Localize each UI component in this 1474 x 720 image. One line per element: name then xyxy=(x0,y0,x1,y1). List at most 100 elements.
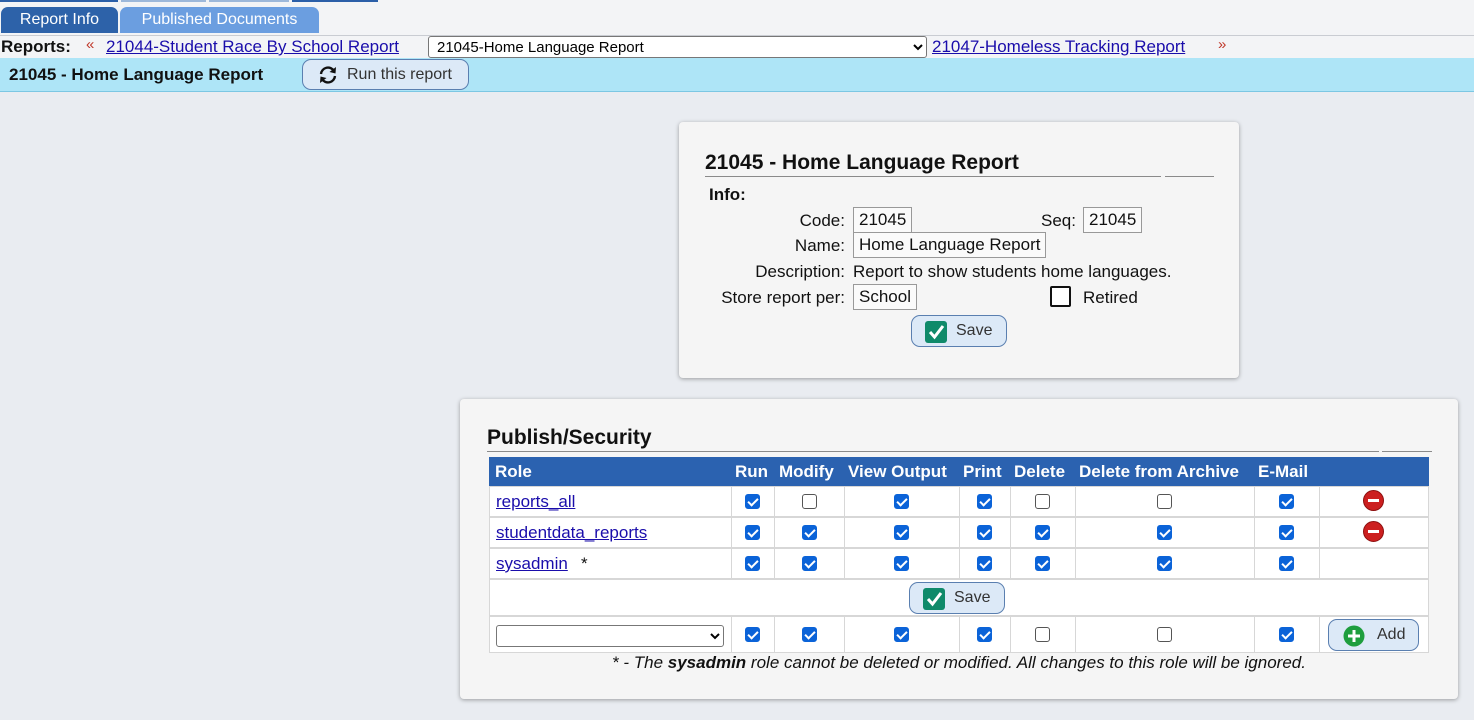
new-permission-checkbox[interactable] xyxy=(894,627,909,642)
permission-checkbox[interactable] xyxy=(894,556,909,571)
sysadmin-footnote: * - The sysadmin role cannot be deleted … xyxy=(489,653,1429,673)
column-header-print: Print xyxy=(963,462,1002,481)
refresh-icon xyxy=(317,65,339,95)
permission-checkbox[interactable] xyxy=(977,525,992,540)
permission-checkbox[interactable] xyxy=(802,556,817,571)
permission-checkbox[interactable] xyxy=(802,494,817,509)
retired-label: Retired xyxy=(1083,288,1138,307)
seq-field: 21045 xyxy=(1083,207,1143,233)
table-row: sysadmin * xyxy=(489,548,1429,579)
permission-checkbox[interactable] xyxy=(1279,494,1294,509)
next-arrow-icon[interactable]: » xyxy=(1218,36,1226,53)
tab-indicator xyxy=(292,0,378,2)
column-header-delete-from-archive: Delete from Archive xyxy=(1079,462,1239,481)
permission-checkbox[interactable] xyxy=(802,525,817,540)
description-value: Report to show students home languages. xyxy=(853,262,1172,281)
report-select[interactable]: 21045-Home Language Report xyxy=(428,36,927,58)
save-row: Save xyxy=(489,579,1429,616)
new-permission-checkbox[interactable] xyxy=(1035,627,1050,642)
column-header-role: Role xyxy=(495,462,532,481)
run-report-label: Run this report xyxy=(347,66,452,83)
top-tab-strip: Report Info Published Documents xyxy=(0,0,1474,36)
new-role-select[interactable] xyxy=(496,625,724,647)
permission-checkbox[interactable] xyxy=(1157,494,1172,509)
security-panel-title: Publish/Security xyxy=(487,426,652,449)
new-permission-checkbox[interactable] xyxy=(1157,627,1172,642)
tab-indicator xyxy=(0,0,118,2)
code-label: Code: xyxy=(799,211,845,230)
tab-indicator xyxy=(121,0,206,2)
save-permissions-button[interactable]: Save xyxy=(909,582,1005,614)
delete-role-icon[interactable] xyxy=(1363,490,1384,511)
check-icon xyxy=(925,321,947,348)
table-header: Role Run Modify View Output Print Delete… xyxy=(489,457,1429,486)
code-field: 21045 xyxy=(853,207,913,233)
prev-report-link[interactable]: 21044-Student Race By School Report xyxy=(106,37,399,57)
permission-checkbox[interactable] xyxy=(1035,556,1050,571)
role-link[interactable]: studentdata_reports xyxy=(496,523,647,543)
permission-checkbox[interactable] xyxy=(977,556,992,571)
reports-navigation: Reports: « 21044-Student Race By School … xyxy=(0,36,1474,58)
footnote-suffix: role cannot be deleted or modified. All … xyxy=(746,653,1306,672)
permission-checkbox[interactable] xyxy=(1035,494,1050,509)
seq-label: Seq: xyxy=(1041,211,1076,230)
protected-role-marker: * xyxy=(581,554,588,573)
plus-circle-icon xyxy=(1343,625,1365,652)
divider xyxy=(1165,176,1214,177)
add-role-button[interactable]: Add xyxy=(1328,619,1419,651)
check-icon xyxy=(923,588,945,615)
info-panel-title: 21045 - Home Language Report xyxy=(705,151,1019,174)
column-header-email: E-Mail xyxy=(1258,462,1309,481)
prev-arrow-icon[interactable]: « xyxy=(86,36,94,53)
new-permission-checkbox[interactable] xyxy=(802,627,817,642)
footnote-prefix: * - The xyxy=(612,653,668,672)
permission-checkbox[interactable] xyxy=(745,525,760,540)
name-label: Name: xyxy=(794,236,845,255)
divider xyxy=(1382,451,1432,452)
page-title: 21045 - Home Language Report xyxy=(9,65,264,84)
column-header-delete: Delete xyxy=(1014,462,1066,481)
permission-checkbox[interactable] xyxy=(1035,525,1050,540)
new-permission-checkbox[interactable] xyxy=(977,627,992,642)
column-header-modify: Modify xyxy=(779,462,834,481)
role-link[interactable]: sysadmin xyxy=(496,554,568,574)
delete-role-icon[interactable] xyxy=(1363,521,1384,542)
publish-security-panel: Publish/Security Role Run Modify View Ou… xyxy=(460,399,1458,699)
reports-label: Reports: xyxy=(1,37,71,56)
save-info-button[interactable]: Save xyxy=(911,315,1007,347)
permission-checkbox[interactable] xyxy=(894,525,909,540)
tab-report-info[interactable]: Report Info xyxy=(1,7,118,33)
report-info-panel: 21045 - Home Language Report Info: Code:… xyxy=(679,122,1239,378)
tab-indicator xyxy=(209,0,289,2)
permission-checkbox[interactable] xyxy=(1279,556,1294,571)
permission-checkbox[interactable] xyxy=(894,494,909,509)
add-role-label: Add xyxy=(1377,626,1406,643)
new-permission-checkbox[interactable] xyxy=(1279,627,1294,642)
new-permission-checkbox[interactable] xyxy=(745,627,760,642)
footnote-role: sysadmin xyxy=(667,653,747,672)
store-label: Store report per: xyxy=(721,288,845,307)
column-header-view-output: View Output xyxy=(848,462,947,481)
permission-checkbox[interactable] xyxy=(1279,525,1294,540)
permission-checkbox[interactable] xyxy=(1157,556,1172,571)
divider xyxy=(705,176,1161,177)
retired-checkbox[interactable] xyxy=(1050,286,1071,307)
add-role-row: Add xyxy=(489,616,1429,653)
permission-checkbox[interactable] xyxy=(977,494,992,509)
role-link[interactable]: reports_all xyxy=(496,492,575,512)
name-field: Home Language Report xyxy=(853,232,1047,258)
report-title-bar: 21045 - Home Language Report Run this re… xyxy=(0,58,1474,92)
save-permissions-label: Save xyxy=(954,589,991,606)
column-header-run: Run xyxy=(735,462,769,481)
permission-checkbox[interactable] xyxy=(745,494,760,509)
run-report-button[interactable]: Run this report xyxy=(302,59,469,90)
permission-checkbox[interactable] xyxy=(1157,525,1172,540)
save-info-label: Save xyxy=(956,322,993,339)
permission-checkbox[interactable] xyxy=(745,556,760,571)
tab-published-documents[interactable]: Published Documents xyxy=(120,7,319,33)
next-report-link[interactable]: 21047-Homeless Tracking Report xyxy=(932,37,1185,57)
store-field: School xyxy=(853,284,917,310)
table-row: studentdata_reports xyxy=(489,517,1429,548)
divider xyxy=(487,451,1379,452)
description-label: Description: xyxy=(755,262,845,281)
